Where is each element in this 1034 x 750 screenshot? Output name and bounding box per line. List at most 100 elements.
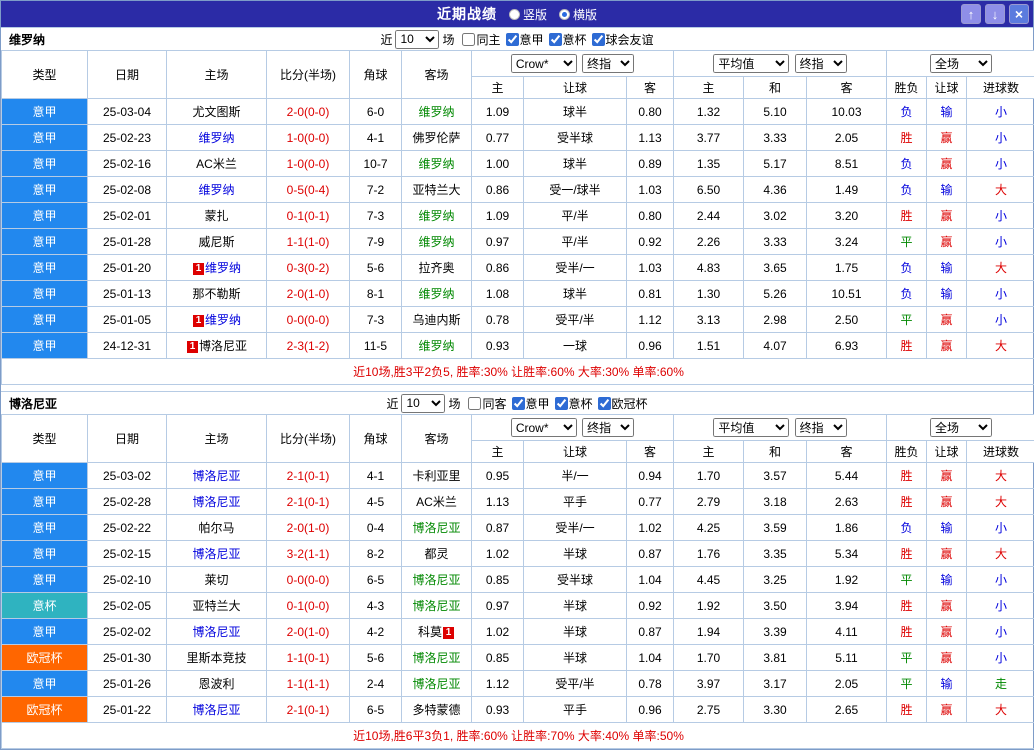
team-link[interactable]: 维罗纳 bbox=[418, 105, 454, 119]
cell-odds-line: 半球 bbox=[524, 593, 627, 619]
col-header-odds-home: 主 bbox=[472, 441, 524, 463]
move-up-button[interactable]: ↑ bbox=[961, 4, 981, 24]
team-link[interactable]: 维罗纳 bbox=[205, 313, 241, 327]
filter-checkbox-group: 同客意甲意杯欧冠杯 bbox=[463, 395, 647, 412]
team-link[interactable]: 那不勒斯 bbox=[192, 287, 240, 301]
team-link[interactable]: 维罗纳 bbox=[418, 157, 454, 171]
match-row: 意甲25-03-02博洛尼亚2-1(0-1)4-1卡利亚里0.95半/一0.94… bbox=[2, 463, 1034, 489]
filter-checkbox-意杯[interactable]: 意杯 bbox=[544, 31, 587, 48]
team-link[interactable]: 博洛尼亚 bbox=[192, 625, 240, 639]
checkbox-input[interactable] bbox=[549, 33, 562, 46]
team-link[interactable]: 拉齐奥 bbox=[418, 261, 454, 275]
team-link[interactable]: 博洛尼亚 bbox=[412, 677, 460, 691]
avg-time-select[interactable]: 终指 bbox=[795, 418, 847, 437]
checkbox-input[interactable] bbox=[512, 397, 525, 410]
odds-time-select[interactable]: 终指 bbox=[582, 418, 634, 437]
cell-match-type: 欧冠杯 bbox=[2, 697, 88, 723]
team-link[interactable]: 博洛尼亚 bbox=[412, 651, 460, 665]
team-link[interactable]: 都灵 bbox=[424, 547, 448, 561]
move-down-button[interactable]: ↓ bbox=[985, 4, 1005, 24]
radio-horizontal-icon[interactable] bbox=[559, 9, 570, 20]
checkbox-input[interactable] bbox=[468, 397, 481, 410]
odds-company-select[interactable]: Crow* bbox=[511, 54, 577, 73]
team-link[interactable]: 乌迪内斯 bbox=[412, 313, 460, 327]
team-link[interactable]: 博洛尼亚 bbox=[412, 521, 460, 535]
team-link[interactable]: 维罗纳 bbox=[198, 131, 234, 145]
filter-checkbox-球会友谊[interactable]: 球会友谊 bbox=[587, 31, 654, 48]
team-link[interactable]: 亚特兰大 bbox=[192, 599, 240, 613]
team-link[interactable]: 恩波利 bbox=[198, 677, 234, 691]
cell-odds-home: 0.97 bbox=[472, 229, 524, 255]
match-count-select[interactable]: 10 bbox=[395, 30, 439, 49]
checkbox-input[interactable] bbox=[598, 397, 611, 410]
cell-odds-home: 0.93 bbox=[472, 333, 524, 359]
team-link[interactable]: 蒙扎 bbox=[204, 209, 228, 223]
team-link[interactable]: 亚特兰大 bbox=[412, 183, 460, 197]
cell-away-team: 博洛尼亚 bbox=[402, 567, 472, 593]
checkbox-input[interactable] bbox=[506, 33, 519, 46]
team-link[interactable]: 尤文图斯 bbox=[192, 105, 240, 119]
team-link[interactable]: 科莫 bbox=[418, 625, 442, 639]
team-link[interactable]: 博洛尼亚 bbox=[412, 599, 460, 613]
team-link[interactable]: 维罗纳 bbox=[418, 235, 454, 249]
cell-odds-home: 1.02 bbox=[472, 541, 524, 567]
cell-date: 25-01-22 bbox=[88, 697, 167, 723]
cell-avg-away: 10.03 bbox=[807, 99, 887, 125]
avg-select[interactable]: 平均值 bbox=[713, 418, 789, 437]
team-link[interactable]: 多特蒙德 bbox=[412, 703, 460, 717]
team-link[interactable]: 博洛尼亚 bbox=[192, 703, 240, 717]
filter-checkbox-意甲[interactable]: 意甲 bbox=[507, 395, 550, 412]
avg-time-select[interactable]: 终指 bbox=[795, 54, 847, 73]
cell-odds-away: 1.12 bbox=[627, 307, 674, 333]
match-count-select[interactable]: 10 bbox=[401, 394, 445, 413]
cell-away-team: 博洛尼亚 bbox=[402, 515, 472, 541]
col-header-result-outcome: 胜负 bbox=[887, 77, 927, 99]
team-link[interactable]: 维罗纳 bbox=[418, 339, 454, 353]
team-link[interactable]: 帕尔马 bbox=[198, 521, 234, 535]
team-link[interactable]: 维罗纳 bbox=[198, 183, 234, 197]
team-link[interactable]: 维罗纳 bbox=[205, 261, 241, 275]
avg-select[interactable]: 平均值 bbox=[713, 54, 789, 73]
scope-select[interactable]: 全场 bbox=[930, 418, 992, 437]
filter-checkbox-欧冠杯[interactable]: 欧冠杯 bbox=[593, 395, 648, 412]
cell-odds-away: 1.02 bbox=[627, 515, 674, 541]
cell-odds-home: 0.97 bbox=[472, 593, 524, 619]
odds-time-select[interactable]: 终指 bbox=[582, 54, 634, 73]
cell-odds-away: 0.81 bbox=[627, 281, 674, 307]
checkbox-input[interactable] bbox=[555, 397, 568, 410]
cell-odds-away: 1.03 bbox=[627, 255, 674, 281]
team-link[interactable]: 佛罗伦萨 bbox=[412, 131, 460, 145]
team-link[interactable]: AC米兰 bbox=[196, 157, 237, 171]
checkbox-input[interactable] bbox=[592, 33, 605, 46]
checkbox-input[interactable] bbox=[462, 33, 475, 46]
team-link[interactable]: 博洛尼亚 bbox=[412, 573, 460, 587]
close-button[interactable]: × bbox=[1009, 4, 1029, 24]
team-link[interactable]: 博洛尼亚 bbox=[192, 495, 240, 509]
cell-result-handicap: 输 bbox=[927, 99, 967, 125]
col-header-date: 日期 bbox=[88, 51, 167, 99]
filter-checkbox-意甲[interactable]: 意甲 bbox=[501, 31, 544, 48]
cell-result-outcome: 胜 bbox=[887, 619, 927, 645]
scope-select[interactable]: 全场 bbox=[930, 54, 992, 73]
team-link[interactable]: 卡利亚里 bbox=[412, 469, 460, 483]
team-link[interactable]: 维罗纳 bbox=[418, 209, 454, 223]
titlebar: 近期战绩 竖版 横版 ↑ ↓ × bbox=[1, 1, 1033, 27]
cell-avg-draw: 4.07 bbox=[744, 333, 807, 359]
layout-radio-horizontal[interactable]: 横版 bbox=[559, 6, 597, 23]
team-link[interactable]: 维罗纳 bbox=[418, 287, 454, 301]
cell-away-team: 博洛尼亚 bbox=[402, 671, 472, 697]
team-link[interactable]: 博洛尼亚 bbox=[192, 547, 240, 561]
filter-checkbox-同客[interactable]: 同客 bbox=[463, 395, 506, 412]
team-link[interactable]: 里斯本竞技 bbox=[186, 651, 246, 665]
team-link[interactable]: 威尼斯 bbox=[198, 235, 234, 249]
team-link[interactable]: 博洛尼亚 bbox=[199, 339, 247, 353]
radio-vertical-icon[interactable] bbox=[509, 9, 520, 20]
filter-checkbox-同主[interactable]: 同主 bbox=[457, 31, 500, 48]
cell-date: 24-12-31 bbox=[88, 333, 167, 359]
odds-company-select[interactable]: Crow* bbox=[511, 418, 577, 437]
team-link[interactable]: 博洛尼亚 bbox=[192, 469, 240, 483]
layout-radio-vertical[interactable]: 竖版 bbox=[509, 6, 547, 23]
filter-checkbox-意杯[interactable]: 意杯 bbox=[550, 395, 593, 412]
team-link[interactable]: AC米兰 bbox=[416, 495, 457, 509]
team-link[interactable]: 莱切 bbox=[204, 573, 228, 587]
